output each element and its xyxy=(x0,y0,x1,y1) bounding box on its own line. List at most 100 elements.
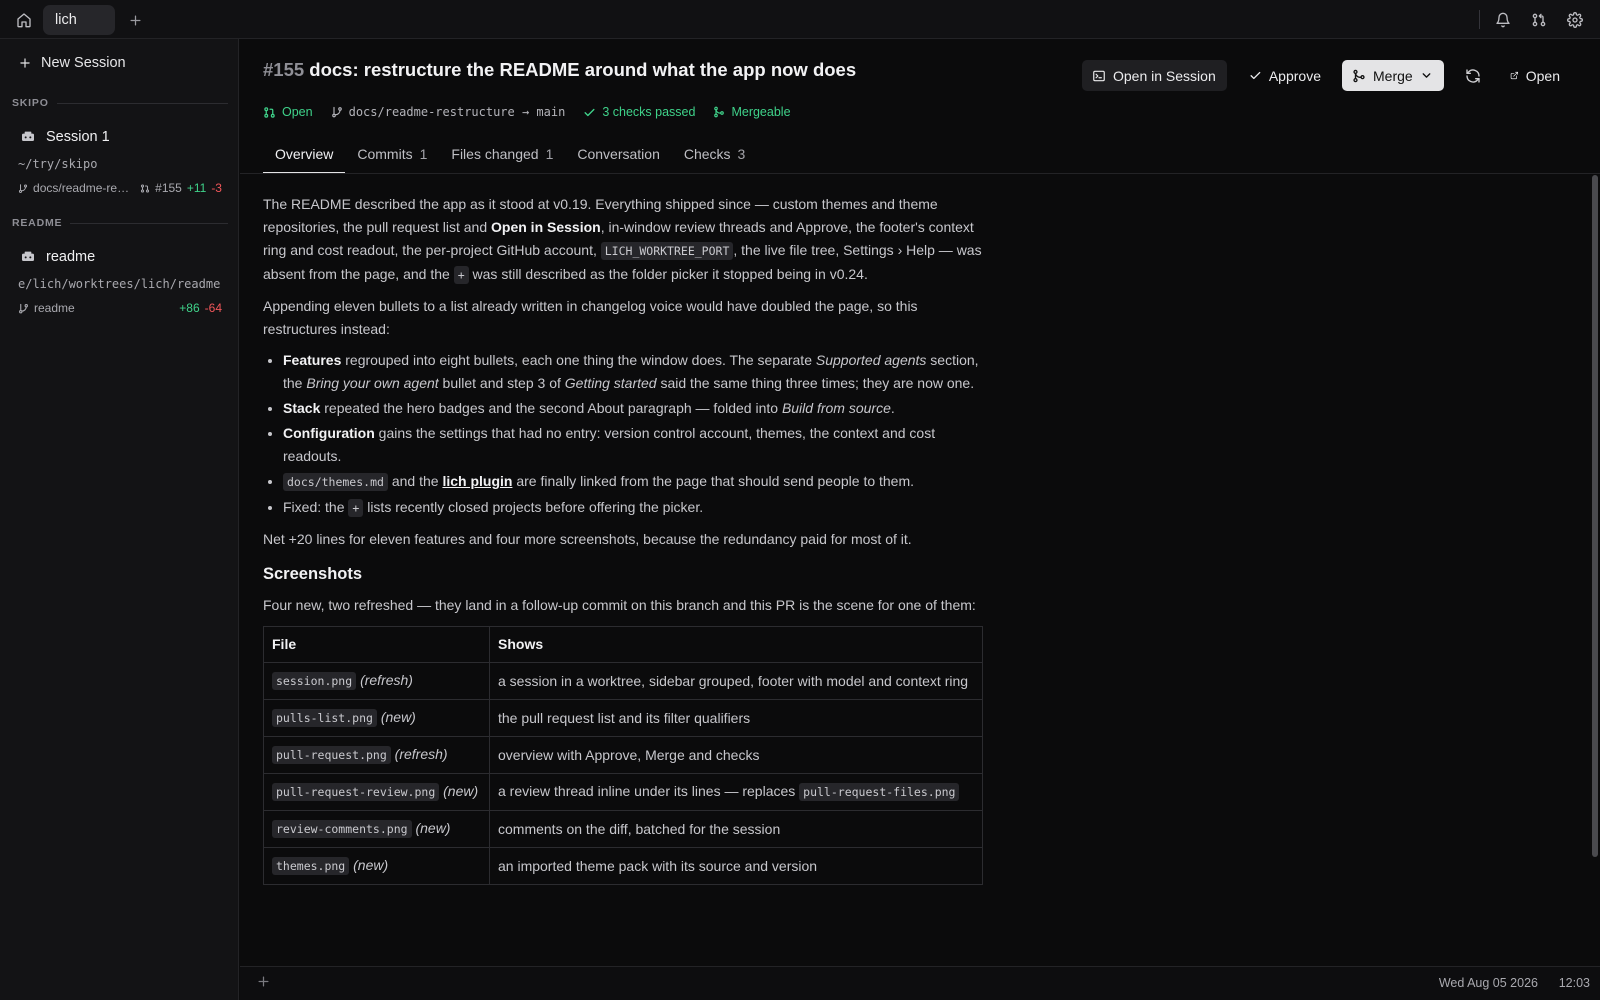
table-row: pull-request.png (refresh) overview with… xyxy=(263,736,983,774)
group-header-readme: README xyxy=(12,217,228,229)
session-branch-row[interactable]: readme +86 -64 xyxy=(18,301,222,315)
sidebar: New Session SKIPO Session 1 ~/try/skipo … xyxy=(0,39,239,1000)
gear-icon[interactable] xyxy=(1564,9,1586,31)
approve-button[interactable]: Approve xyxy=(1239,60,1331,91)
text: regrouped into eight bullets, each one t… xyxy=(341,352,816,368)
shows-cell: an imported theme pack with its source a… xyxy=(489,847,983,885)
paragraph: Appending eleven bullets to a list alrea… xyxy=(263,298,918,337)
tab-checks[interactable]: Checks 3 xyxy=(672,140,757,174)
paragraph: Four new, two refreshed — they land in a… xyxy=(263,597,976,613)
inline-code: + xyxy=(348,499,364,517)
sidebar-session-1[interactable]: Session 1 xyxy=(20,129,110,145)
chevron-down-icon[interactable] xyxy=(1420,69,1433,82)
new-session-button[interactable]: New Session xyxy=(18,55,126,71)
additions-count: +86 xyxy=(179,301,200,315)
inline-code: LICH_WORKTREE_PORT xyxy=(600,242,734,260)
session-branch-row[interactable]: docs/readme-re… #155 +11 -3 xyxy=(18,181,222,195)
file-tag: (refresh) xyxy=(394,746,448,762)
tab-label: Commits xyxy=(357,146,413,162)
pr-title-text: docs: restructure the README around what… xyxy=(309,59,857,80)
pr-description: The README described the app as it stood… xyxy=(263,193,988,885)
bullet-list: Features regrouped into eight bullets, e… xyxy=(283,349,988,520)
deletions-count: -3 xyxy=(211,181,222,195)
tab-conversation[interactable]: Conversation xyxy=(565,140,672,174)
tab-commits[interactable]: Commits 1 xyxy=(345,140,439,174)
list-item: Features regrouped into eight bullets, e… xyxy=(283,349,988,395)
file-cell: session.png (refresh) xyxy=(263,662,490,700)
pr-state-label: Open xyxy=(282,105,313,119)
agent-icon xyxy=(22,251,34,261)
list-item: Stack repeated the hero badges and the s… xyxy=(283,397,988,420)
group-divider xyxy=(70,222,228,224)
add-tab-button[interactable] xyxy=(124,9,146,31)
inline-code: docs/themes.md xyxy=(283,473,388,491)
open-in-session-button[interactable]: Open in Session xyxy=(1082,60,1227,91)
open-external-button[interactable]: Open xyxy=(1500,60,1570,91)
sidebar-session-readme[interactable]: readme xyxy=(20,249,95,265)
inline-code: themes.png xyxy=(272,857,350,875)
text: lists recently closed projects before of… xyxy=(363,499,704,515)
list-item: Configuration gains the settings that ha… xyxy=(283,422,988,468)
file-cell: themes.png (new) xyxy=(263,847,490,885)
text: Fixed: the xyxy=(283,499,349,515)
pr-meta-row: Open docs/readme-restructure → main 3 ch… xyxy=(263,102,809,122)
merge-button[interactable]: Merge xyxy=(1342,60,1444,91)
bell-icon[interactable] xyxy=(1492,9,1514,31)
text: gains the settings that had no entry: ve… xyxy=(283,425,936,464)
inline-code: + xyxy=(453,266,469,284)
lich-plugin-link[interactable]: lich plugin xyxy=(442,473,512,489)
bold-text: Stack xyxy=(283,400,321,416)
pr-number: #155 xyxy=(263,59,305,80)
tab-files-changed[interactable]: Files changed 1 xyxy=(439,140,565,174)
footer-time: 12:03 xyxy=(1558,976,1590,990)
tab-count: 3 xyxy=(737,146,746,162)
table-row: pulls-list.png (new) the pull request li… xyxy=(263,699,983,737)
tab-label: Checks xyxy=(683,146,731,162)
git-pull-request-icon[interactable] xyxy=(1528,9,1550,31)
table-row: themes.png (new) an imported theme pack … xyxy=(263,847,983,885)
shows-cell: overview with Approve, Merge and checks xyxy=(489,736,983,774)
footer: Wed Aug 05 2026 12:03 xyxy=(240,966,1600,1000)
refresh-button[interactable] xyxy=(1458,60,1488,91)
scrollbar[interactable] xyxy=(1592,175,1598,857)
tab-overview[interactable]: Overview xyxy=(263,140,346,174)
terminal-icon xyxy=(1093,70,1105,81)
external-link-icon xyxy=(1510,71,1519,80)
merge-label: Merge xyxy=(1373,67,1413,84)
additions-count: +11 xyxy=(186,181,207,195)
git-merge-icon xyxy=(1353,69,1365,82)
italic-text: Supported agents xyxy=(815,352,927,368)
file-cell: pull-request-review.png (new) xyxy=(263,773,490,811)
plus-icon xyxy=(20,58,30,68)
session-name: Session 1 xyxy=(46,129,110,145)
file-tag: (new) xyxy=(380,709,416,725)
tab-label: Overview xyxy=(275,146,334,162)
screenshots-table: File Shows session.png (refresh) a sessi… xyxy=(263,626,983,885)
italic-text: Bring your own agent xyxy=(306,375,439,391)
refresh-icon xyxy=(1466,68,1480,83)
file-tag: (new) xyxy=(353,857,389,873)
session-pr-number: #155 xyxy=(155,181,182,195)
project-tab[interactable]: lich xyxy=(43,5,115,35)
footer-add-button[interactable] xyxy=(256,974,271,989)
table-row: review-comments.png (new) comments on th… xyxy=(263,810,983,848)
shows-cell: comments on the diff, batched for the se… xyxy=(489,810,983,848)
agent-icon xyxy=(22,131,34,141)
column-header: File xyxy=(263,626,490,663)
file-cell: pulls-list.png (new) xyxy=(263,699,490,737)
text: . xyxy=(890,400,895,416)
open-label: Open xyxy=(1525,67,1560,84)
paragraph: The README described the app as it stood… xyxy=(263,193,988,287)
table-row: session.png (refresh) a session in a wor… xyxy=(263,662,983,700)
file-cell: pull-request.png (refresh) xyxy=(263,736,490,774)
group-name: SKIPO xyxy=(12,97,49,109)
inline-code: pull-request.png xyxy=(272,746,391,764)
home-icon[interactable] xyxy=(10,8,38,32)
shows-cell: a session in a worktree, sidebar grouped… xyxy=(489,662,983,700)
shows-cell: the pull request list and its filter qua… xyxy=(489,699,983,737)
git-pull-request-icon xyxy=(264,106,275,118)
list-item: Fixed: the + lists recently closed proje… xyxy=(283,496,988,520)
tab-label: Files changed xyxy=(451,146,539,162)
git-branch-icon xyxy=(331,106,342,118)
paragraph: Net +20 lines for eleven features and fo… xyxy=(263,531,912,547)
